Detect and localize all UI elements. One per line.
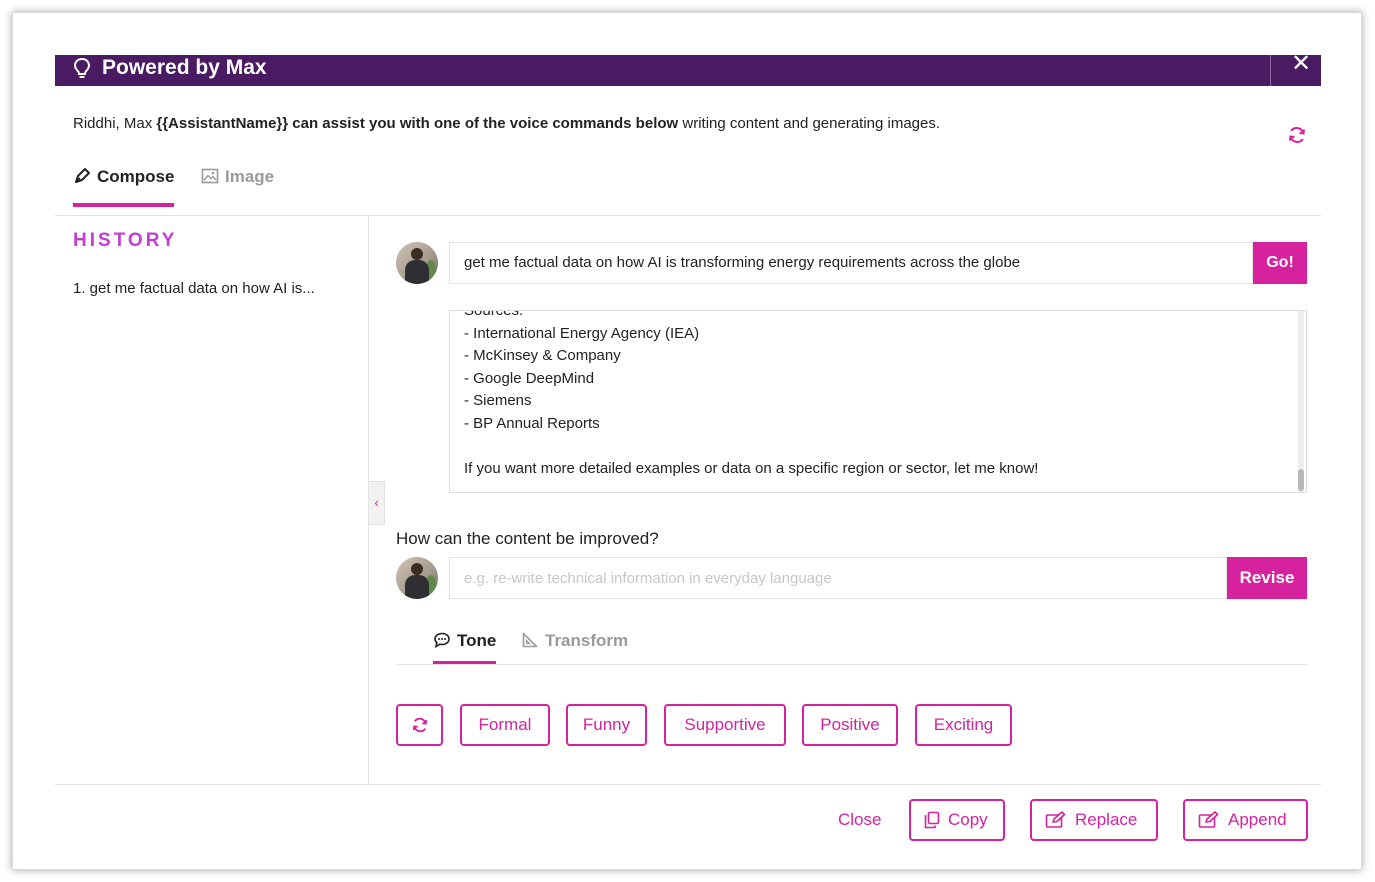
tab-image[interactable]: Image [201, 163, 274, 191]
replace-button[interactable]: Replace [1030, 799, 1158, 841]
tone-funny-button[interactable]: Funny [566, 704, 647, 746]
tone-formal-button[interactable]: Formal [460, 704, 550, 746]
close-icon[interactable]: ✕ [1291, 52, 1311, 76]
intro-suffix: writing content and generating images. [678, 115, 941, 132]
response-line: Sources: [464, 310, 524, 319]
revise-input[interactable] [449, 557, 1227, 599]
refresh-icon[interactable] [1287, 125, 1307, 145]
speech-bubble-icon [434, 632, 450, 649]
modal-title: Powered by Max [102, 56, 267, 79]
tone-positive-button[interactable]: Positive [802, 704, 898, 746]
copy-button[interactable]: Copy [909, 799, 1005, 841]
header-divider [1270, 55, 1271, 86]
collapse-panel-chevron-icon[interactable]: ‹ [369, 481, 385, 525]
edit-icon [1045, 811, 1066, 828]
history-item[interactable]: 1. get me factual data on how AI is... [73, 280, 315, 297]
tab-compose[interactable]: Compose [73, 163, 175, 207]
app-frame: Powered by Max ✕ Riddhi, Max {{Assistant… [12, 12, 1362, 870]
divider [55, 784, 1321, 785]
response-line: - BP Annual Reports [464, 414, 600, 432]
response-output[interactable]: Sources: - International Energy Agency (… [449, 310, 1307, 493]
triangle-ruler-icon [522, 632, 538, 648]
append-button-label: Append [1228, 810, 1287, 829]
refresh-icon [412, 717, 428, 733]
avatar [396, 242, 438, 284]
response-line [464, 435, 1038, 458]
tab-image-label: Image [225, 167, 275, 186]
copy-icon [924, 811, 940, 829]
tab-tone[interactable]: Tone [433, 627, 497, 665]
tab-compose-label: Compose [97, 167, 175, 186]
tab-tone-label: Tone [457, 631, 497, 650]
tab-transform-label: Transform [545, 631, 629, 650]
intro-prefix: Riddhi, Max [73, 115, 157, 132]
pen-nib-icon [75, 168, 90, 183]
divider [396, 664, 1308, 665]
intro-bold: {{AssistantName}} can assist you with on… [156, 115, 679, 132]
response-text: Sources: - International Energy Agency (… [464, 310, 1039, 480]
history-panel: HISTORY 1. get me factual data on how AI… [55, 216, 369, 784]
intro-text: Riddhi, Max {{AssistantName}} can assist… [73, 115, 940, 132]
image-icon [201, 168, 219, 184]
max-assistant-modal: Powered by Max ✕ Riddhi, Max {{Assistant… [55, 52, 1321, 855]
close-button[interactable]: Close [838, 808, 881, 832]
tab-transform[interactable]: Transform [521, 627, 628, 655]
prompt-input[interactable]: get me factual data on how AI is transfo… [449, 242, 1253, 284]
modal-header: Powered by Max ✕ [55, 52, 1321, 86]
regenerate-tone-button[interactable] [396, 704, 443, 746]
response-line: - Siemens [464, 392, 532, 409]
response-line: If you want more detailed examples or da… [464, 459, 1039, 477]
response-line: - International Energy Agency (IEA) [464, 324, 700, 342]
go-button[interactable]: Go! [1253, 242, 1307, 284]
replace-button-label: Replace [1075, 810, 1138, 829]
response-line: - McKinsey & Company [464, 347, 621, 364]
history-title: HISTORY [73, 230, 178, 251]
revise-button[interactable]: Revise [1227, 557, 1307, 599]
active-tab-indicator [73, 203, 175, 207]
response-scrollbar-thumb[interactable] [1298, 469, 1304, 491]
avatar [396, 557, 438, 599]
copy-button-label: Copy [948, 810, 988, 829]
improve-label: How can the content be improved? [396, 529, 659, 548]
edit-icon [1198, 811, 1219, 828]
response-line: - Google DeepMind [464, 369, 595, 387]
tone-exciting-button[interactable]: Exciting [915, 704, 1012, 746]
append-button[interactable]: Append [1183, 799, 1308, 841]
response-scrollbar-track[interactable] [1298, 311, 1304, 492]
tone-supportive-button[interactable]: Supportive [664, 704, 786, 746]
lightbulb-icon [73, 57, 91, 78]
